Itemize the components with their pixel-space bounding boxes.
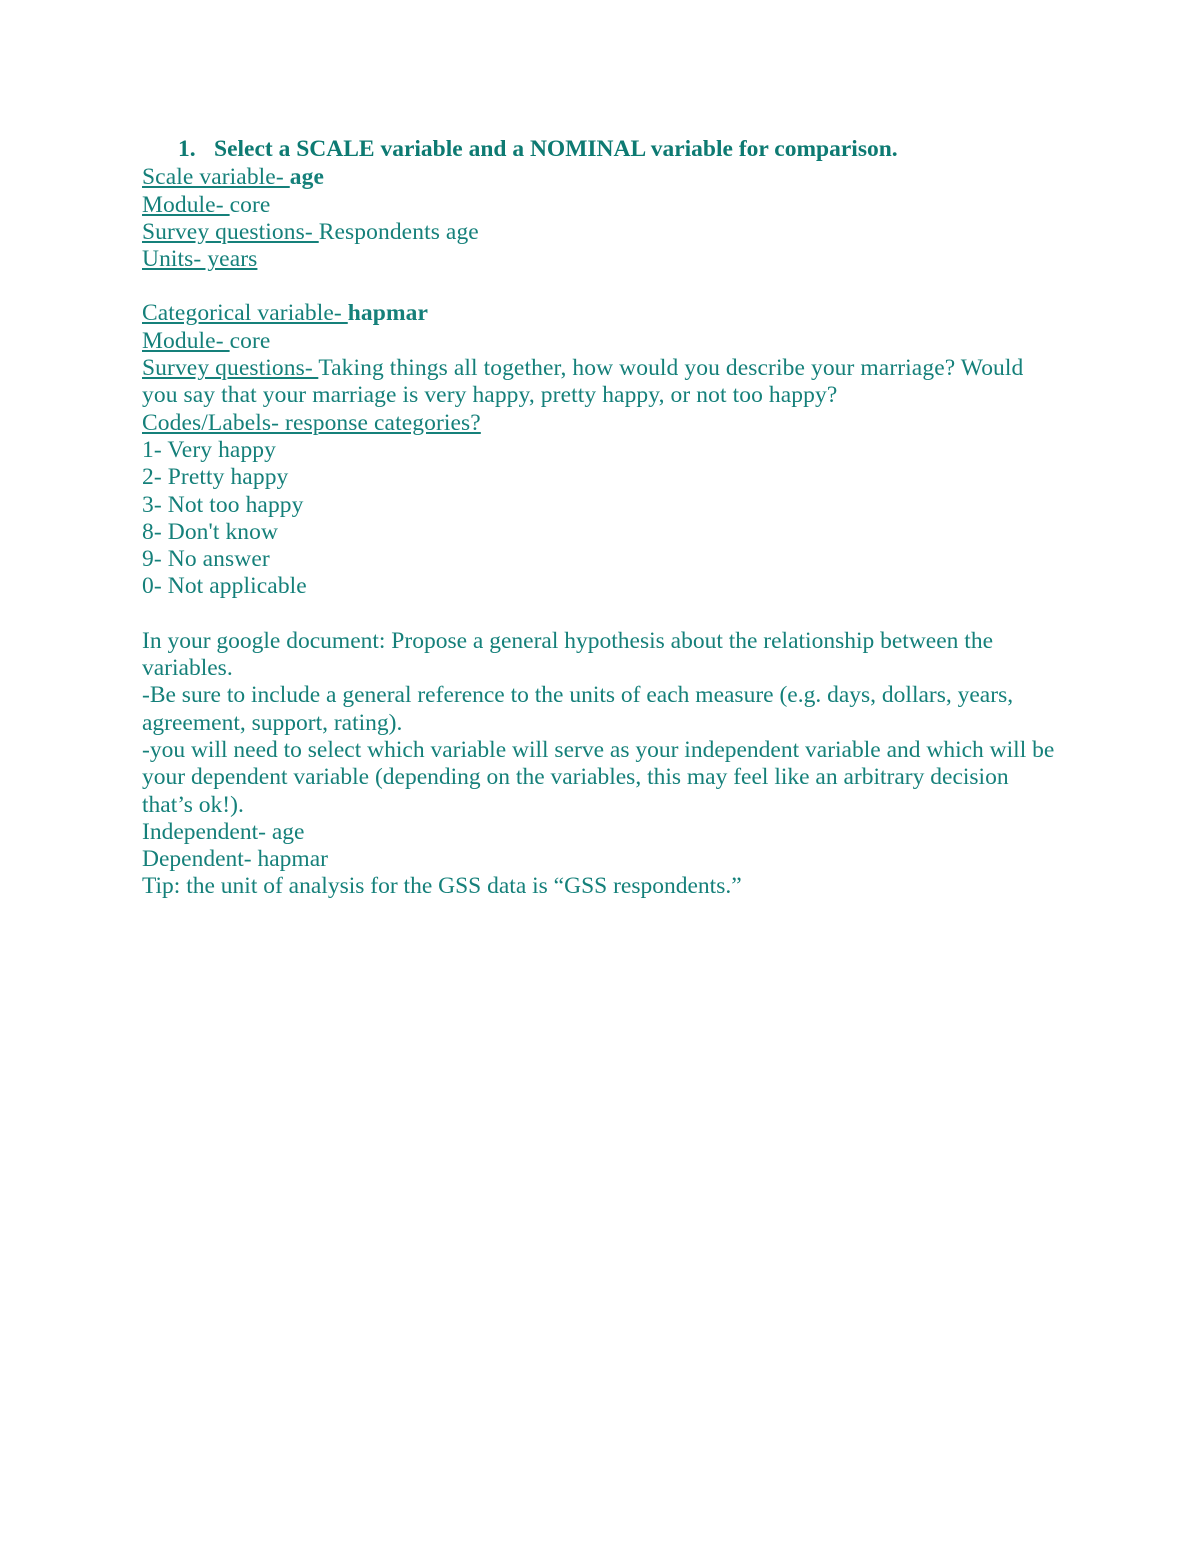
independent-variable-line: Independent- age xyxy=(142,818,305,845)
scale-module-value: core xyxy=(229,191,271,218)
scale-survey-label: Survey questions- xyxy=(142,218,319,245)
code-item: 3- Not too happy xyxy=(142,491,304,518)
codes-labels-header-text: Codes/Labels- response categories? xyxy=(142,409,481,436)
instructions-hypothesis: In your google document: Propose a gener… xyxy=(142,627,994,682)
scale-module-line: Module- core xyxy=(142,192,1062,219)
instructions-units-reference: -Be sure to include a general reference … xyxy=(142,682,1014,736)
scale-survey-line: Survey questions- Respondents age xyxy=(142,219,1062,246)
categorical-variable-value: hapmar xyxy=(347,300,429,327)
code-item: 2- Pretty happy xyxy=(142,464,289,491)
scale-units-text: Units- years xyxy=(142,246,258,273)
document-page: 1. Select a SCALE variable and a NOMINAL… xyxy=(0,0,1200,1553)
codes-list: 1- Very happy 2- Pretty happy 3- Not too… xyxy=(142,437,1062,601)
numbered-list-item: 1. Select a SCALE variable and a NOMINAL… xyxy=(142,136,1062,163)
code-item: 0- Not applicable xyxy=(142,573,307,600)
document-body: 1. Select a SCALE variable and a NOMINAL… xyxy=(142,136,1062,901)
categorical-survey-line: Survey questions- Taking things all toge… xyxy=(142,355,1062,410)
list-item-number: 1. xyxy=(178,136,196,162)
categorical-module-line: Module- core xyxy=(142,328,1062,355)
categorical-survey-label: Survey questions- xyxy=(142,355,319,382)
scale-variable-line: Scale variable- age xyxy=(142,164,1062,191)
categorical-module-value: core xyxy=(229,327,271,354)
categorical-variable-label: Categorical variable- xyxy=(142,300,348,327)
code-item: 1- Very happy xyxy=(142,436,277,463)
scale-survey-value: Respondents age xyxy=(318,218,479,245)
code-item: 9- No answer xyxy=(142,546,270,573)
block-spacer-1 xyxy=(142,273,1062,300)
scale-units-line: Units- years xyxy=(142,246,1062,273)
instructions-variable-selection: -you will need to select which variable … xyxy=(142,736,1055,818)
categorical-module-label: Module- xyxy=(142,327,230,354)
block-spacer-2 xyxy=(142,601,1062,628)
dependent-variable-line: Dependent- hapmar xyxy=(142,846,328,873)
categorical-variable-line: Categorical variable- hapmar xyxy=(142,300,1062,327)
codes-labels-header: Codes/Labels- response categories? xyxy=(142,410,1062,437)
list-item-text: Select a SCALE variable and a NOMINAL va… xyxy=(214,136,898,162)
scale-module-label: Module- xyxy=(142,191,230,218)
scale-variable-label: Scale variable- xyxy=(142,164,290,191)
tip-line: Tip: the unit of analysis for the GSS da… xyxy=(142,873,742,900)
scale-variable-value: age xyxy=(289,164,324,191)
code-item: 8- Don't know xyxy=(142,518,279,545)
